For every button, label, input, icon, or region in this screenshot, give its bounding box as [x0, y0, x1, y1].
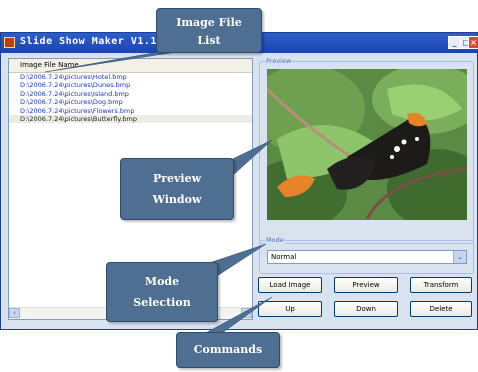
delete-button[interactable]: Delete: [410, 301, 472, 317]
down-button[interactable]: Down: [334, 301, 398, 317]
callout-image-file-list: Image File List: [156, 8, 262, 53]
list-item[interactable]: D:\2006.7.24\pictures\Island.bmp: [9, 90, 252, 98]
column-header-image-file-name[interactable]: Image File Name: [9, 59, 252, 73]
transform-button[interactable]: Transform: [410, 277, 472, 293]
preview-group-label: Preview: [265, 57, 293, 66]
file-rows: D:\2006.7.24\pictures\Hotel.bmp D:\2006.…: [9, 73, 252, 124]
main-window: Slide Show Maker V1.12 _ □ × Image File …: [0, 32, 478, 330]
mode-group-label: Mode: [265, 236, 285, 245]
callout-text: Preview: [152, 172, 202, 185]
callout-text: Image File: [176, 16, 242, 29]
close-button[interactable]: ×: [468, 36, 478, 49]
app-icon: [4, 37, 15, 48]
list-item[interactable]: D:\2006.7.24\pictures\Dog.bmp: [9, 98, 252, 106]
list-item[interactable]: D:\2006.7.24\pictures\Dunes.bmp: [9, 81, 252, 89]
load-image-button[interactable]: Load Image: [258, 277, 322, 293]
scroll-left-icon[interactable]: ‹: [9, 308, 20, 318]
list-item-selected[interactable]: D:\2006.7.24\pictures\Butterfly.bmp: [9, 114, 252, 124]
preview-button[interactable]: Preview: [334, 277, 398, 293]
callout-commands: Commands: [176, 332, 280, 368]
callout-text: Mode: [144, 275, 180, 288]
mode-selected-value: Normal: [271, 253, 297, 261]
list-item[interactable]: D:\2006.7.24\pictures\Flowers.bmp: [9, 107, 252, 115]
up-button[interactable]: Up: [258, 301, 322, 317]
preview-image: [267, 69, 467, 220]
chevron-down-icon[interactable]: ⌄: [453, 251, 466, 263]
scroll-right-icon[interactable]: ›: [241, 308, 252, 318]
callout-preview-window: Preview Window: [120, 158, 234, 220]
callout-text: List: [197, 34, 221, 47]
callout-mode-selection: Mode Selection: [106, 262, 218, 322]
callout-text: Selection: [133, 296, 191, 309]
callout-text: Window: [152, 193, 202, 206]
mode-select[interactable]: Normal ⌄: [267, 250, 467, 264]
window-title: Slide Show Maker V1.12: [20, 36, 164, 47]
butterfly-photo: [267, 69, 467, 220]
list-item[interactable]: D:\2006.7.24\pictures\Hotel.bmp: [9, 73, 252, 81]
